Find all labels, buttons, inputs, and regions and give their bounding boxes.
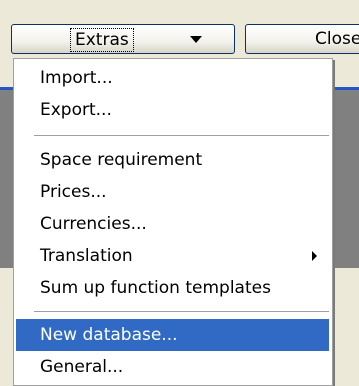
menu-item-new-database[interactable]: New database... [16, 319, 329, 351]
menu-item-translation[interactable]: Translation [16, 240, 329, 272]
submenu-arrow-icon [312, 251, 317, 261]
extras-button-label: Extras [70, 28, 134, 52]
menu-item-translation-label: Translation [40, 246, 133, 266]
menu-item-space-requirement[interactable]: Space requirement [16, 144, 329, 176]
menu-item-prices[interactable]: Prices... [16, 176, 329, 208]
close-button-label: Close [315, 29, 359, 49]
menu-item-sum-up-function-templates[interactable]: Sum up function templates [16, 272, 329, 304]
menu-item-export[interactable]: Export... [16, 94, 329, 126]
extras-menu: Import... Export... Space requirement Pr… [13, 58, 333, 386]
menu-separator [34, 311, 329, 313]
window: Extras Close Import... Export... Space r… [0, 0, 359, 386]
menu-item-currencies[interactable]: Currencies... [16, 208, 329, 240]
menu-item-import[interactable]: Import... [16, 62, 329, 94]
extras-dropdown-button[interactable]: Extras [11, 24, 235, 54]
menu-separator [34, 135, 329, 137]
menu-item-general[interactable]: General... [16, 351, 329, 383]
close-button[interactable]: Close [245, 24, 359, 54]
dropdown-arrow-icon [190, 36, 202, 43]
